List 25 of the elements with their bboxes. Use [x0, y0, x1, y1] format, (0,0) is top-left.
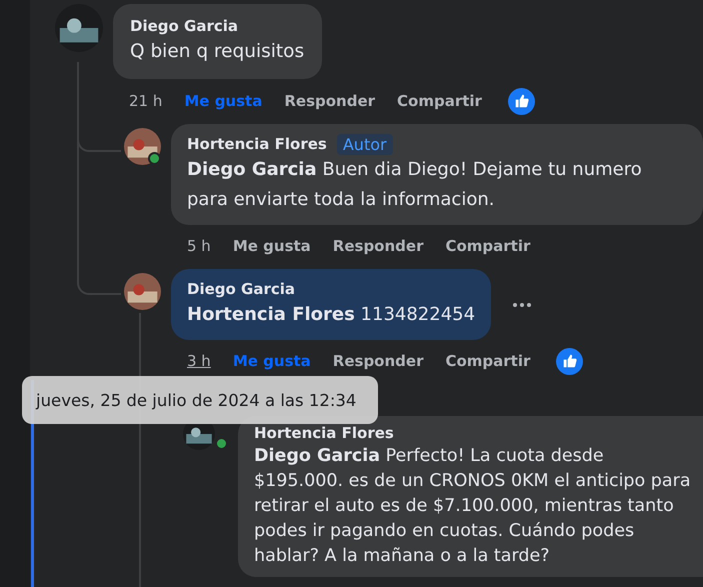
avatar[interactable]: [124, 273, 161, 310]
comment-time[interactable]: 3 h: [187, 352, 211, 370]
author-name[interactable]: Diego Garcia: [187, 278, 296, 300]
comment-text: Hortencia Flores 1134822454: [187, 303, 476, 327]
action-link[interactable]: Responder: [284, 92, 376, 110]
action-link[interactable]: Responder: [332, 237, 424, 255]
author-name[interactable]: Hortencia Flores: [254, 422, 394, 444]
action-link[interactable]: Me gusta: [232, 237, 311, 255]
action-link[interactable]: Responder: [332, 352, 424, 370]
action-link[interactable]: Compartir: [397, 92, 482, 110]
comment-text: Q bien q requisitos: [130, 40, 304, 64]
author-badge: Autor: [336, 134, 393, 154]
avatar[interactable]: [55, 4, 103, 52]
comment-text: Diego Garcia Buen dia Diego! Dejame tu numero para enviarte toda la informacion.: [187, 158, 643, 212]
action-link[interactable]: Compartir: [445, 352, 530, 370]
timestamp-tooltip: jueves, 25 de julio de 2024 a las 12:34: [22, 376, 378, 424]
action-link[interactable]: Compartir: [445, 237, 530, 255]
like-reaction-icon[interactable]: [508, 88, 535, 114]
like-reaction-icon[interactable]: [556, 348, 584, 374]
comment-text: Diego Garcia Perfecto! La cuota desde $195.000. es de un CRONOS 0KM el anticipo para retirar el auto es de $7.100.000, mientras tanto podes ir pagando en cuotas. Cuándo podes hablar? A la mañana o a la tarde?: [254, 445, 692, 568]
author-name[interactable]: Hortencia Flores: [187, 133, 327, 155]
avatar[interactable]: [124, 128, 161, 165]
comment-time[interactable]: 21 h: [129, 92, 162, 110]
author-name[interactable]: Diego Garcia: [130, 15, 238, 37]
comment-time[interactable]: 5 h: [187, 237, 211, 255]
